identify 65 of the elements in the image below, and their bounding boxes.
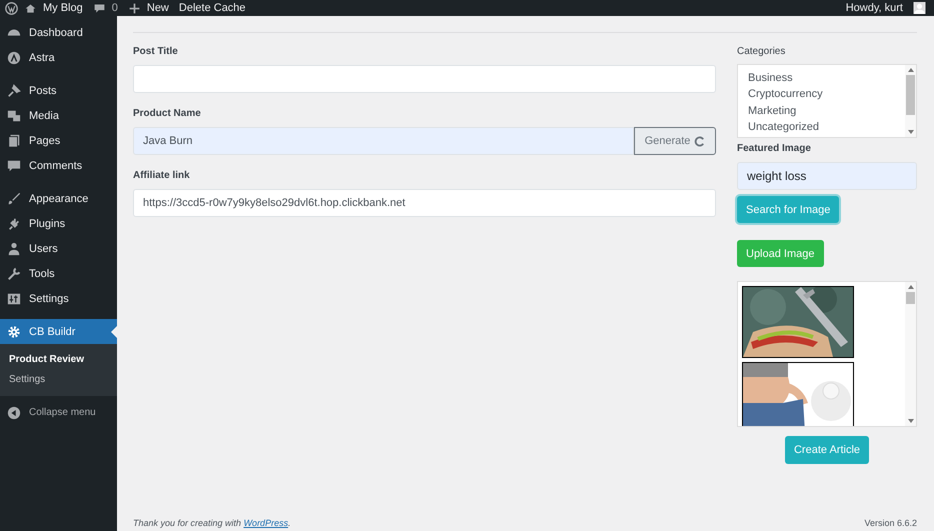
scrollbar[interactable] <box>905 282 916 426</box>
category-option[interactable]: Cryptocurrency <box>748 86 905 103</box>
pages-icon <box>7 134 21 148</box>
scroll-down-icon[interactable] <box>908 130 914 134</box>
wordpress-logo-icon[interactable] <box>5 2 18 14</box>
menu-item[interactable]: Pages <box>0 128 117 153</box>
menu-item[interactable]: Tools <box>0 261 117 286</box>
media-icon <box>7 108 21 122</box>
scroll-thumb[interactable] <box>906 75 915 115</box>
letter-a-icon <box>7 50 21 64</box>
new-link[interactable]: New <box>146 2 169 14</box>
gear-icon <box>7 324 21 338</box>
delete-cache-link[interactable]: Delete Cache <box>178 2 246 14</box>
version-text: Version 6.6.2 <box>864 518 917 528</box>
field-label: Featured Image <box>737 143 812 154</box>
scroll-up-icon[interactable] <box>908 285 914 289</box>
greeting-link[interactable]: Howdy, kurt <box>846 2 903 14</box>
sliders-icon <box>7 292 21 306</box>
scrollbar[interactable] <box>905 65 916 137</box>
wrench-icon <box>7 266 21 280</box>
categories-list[interactable]: Business Cryptocurrency Marketing Uncategorized <box>737 64 917 138</box>
category-option[interactable]: Marketing <box>748 102 905 119</box>
comment-icon <box>7 158 21 172</box>
affiliate-link-field[interactable]: https://3ccd5-r0w7y9ky8elso29dvl6t.hop.clickbank.net <box>133 189 716 217</box>
collapse-icon <box>7 406 21 420</box>
post-title-field[interactable] <box>133 65 716 93</box>
scroll-thumb[interactable] <box>906 292 915 304</box>
menu-item-current[interactable]: CB Buildr <box>0 319 117 344</box>
brush-icon <box>7 192 21 206</box>
menu-item[interactable]: Plugins <box>0 211 117 236</box>
plug-icon <box>7 216 21 230</box>
menu-item[interactable]: Posts <box>0 78 117 103</box>
avatar-icon[interactable] <box>913 2 926 14</box>
image-list[interactable] <box>737 281 917 427</box>
comment-count[interactable]: 0 <box>112 2 118 14</box>
image-search-field[interactable]: weight loss <box>737 162 917 190</box>
category-option[interactable]: Business <box>748 70 905 86</box>
scroll-down-icon[interactable] <box>908 419 914 423</box>
menu-item[interactable]: Comments <box>0 153 117 178</box>
field-label: Product Name <box>133 108 202 119</box>
menu-item[interactable]: Appearance <box>0 186 117 211</box>
user-icon <box>7 242 21 256</box>
submenu-item[interactable]: Product Review <box>9 350 117 370</box>
pin-icon <box>7 84 21 98</box>
scroll-up-icon[interactable] <box>908 68 914 72</box>
menu-item[interactable]: Settings <box>0 286 117 311</box>
menu-item[interactable]: Astra <box>0 45 117 70</box>
product-name-field[interactable]: Java Burn <box>133 127 634 155</box>
site-link[interactable]: My Blog <box>43 2 83 14</box>
footer-text: Thank you for creating with WordPress. <box>133 518 291 528</box>
field-label: Post Title <box>133 46 179 57</box>
home-icon[interactable] <box>24 2 37 14</box>
submenu-item[interactable]: Settings <box>9 370 117 390</box>
wordpress-link[interactable]: WordPress <box>244 518 288 528</box>
categories-label: Categories <box>737 46 786 57</box>
menu-item[interactable]: Users <box>0 236 117 261</box>
plus-icon[interactable] <box>128 2 141 14</box>
menu-item[interactable]: Dashboard <box>0 20 117 45</box>
collapse-menu-button[interactable]: Collapse menu <box>0 400 117 425</box>
category-option[interactable]: Uncategorized <box>748 118 905 136</box>
generate-button[interactable]: Generate <box>634 127 716 155</box>
menu-item[interactable]: Media <box>0 103 117 128</box>
field-label: Affiliate link <box>133 170 191 181</box>
spinner-icon <box>694 136 706 146</box>
comment-icon[interactable] <box>92 2 106 14</box>
